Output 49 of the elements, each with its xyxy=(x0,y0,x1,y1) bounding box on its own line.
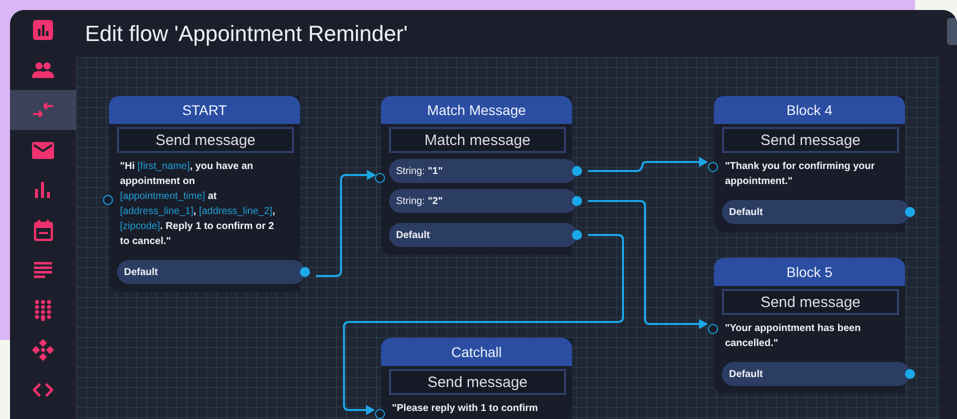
block-title: START xyxy=(109,96,300,124)
envelope-icon xyxy=(32,142,54,158)
flow-block[interactable]: Block 5 Send message "Your appointment has been cancelled." Default xyxy=(714,258,917,394)
input-port[interactable] xyxy=(375,409,385,419)
bar-chart-icon xyxy=(35,182,51,198)
block-title: Block 5 xyxy=(714,258,905,286)
calendar-icon xyxy=(34,220,52,240)
flow-block[interactable]: Block 4 Send message "Thank you for confirming your appointment." Default xyxy=(714,96,917,232)
output-port[interactable] xyxy=(300,267,310,277)
output-port[interactable] xyxy=(905,207,915,217)
action-label: Send message xyxy=(117,127,294,153)
message-text: "Your appointment has been cancelled." xyxy=(725,322,862,351)
action-label: Send message xyxy=(389,369,566,395)
output-option[interactable]: Default xyxy=(722,362,910,386)
arrows-icon xyxy=(32,102,54,118)
sidebar-item[interactable] xyxy=(10,90,76,130)
output-port[interactable] xyxy=(572,196,582,206)
output-port[interactable] xyxy=(905,369,915,379)
keypad-icon xyxy=(34,299,52,321)
output-option[interactable]: String: "2" xyxy=(389,189,577,213)
chart-square-icon xyxy=(33,20,53,40)
input-port[interactable] xyxy=(708,162,718,172)
code-icon xyxy=(33,383,53,397)
action-label: Send message xyxy=(722,127,899,153)
flow-block[interactable]: Match Message Match message String: "1" String: "2" Default xyxy=(381,96,584,255)
flow-block[interactable]: START Send message "Hi [first_name], you have an appointment on [appointment_time] at [address_line_1], [address_line_2], [zipcode]. Reply 1 to confirm or 2 to cancel." Default xyxy=(109,96,312,292)
block-title: Match Message xyxy=(381,96,572,124)
output-option[interactable]: Default xyxy=(722,200,910,224)
block-title: Catchall xyxy=(381,338,572,366)
output-port[interactable] xyxy=(572,166,582,176)
input-port[interactable] xyxy=(708,324,718,334)
text-lines-icon xyxy=(34,262,52,278)
output-port[interactable] xyxy=(572,230,582,240)
people-icon xyxy=(32,62,54,78)
action-label: Match message xyxy=(389,127,566,153)
block-title: Block 4 xyxy=(714,96,905,124)
message-text: "Thank you for confirming your appointment." xyxy=(725,160,876,189)
window-title: Edit flow 'Appointment Reminder' xyxy=(85,20,408,46)
output-option[interactable]: Default xyxy=(117,260,305,284)
message-text: "Hi [first_name], you have an appointment on [appointment_time] at [address_line_1], [address_line_2], [zipcode]. Reply 1 to confirm or 2 to cancel." xyxy=(120,160,276,249)
output-option[interactable]: Default xyxy=(389,223,577,247)
scrollbar-thumb[interactable] xyxy=(947,18,957,45)
flow-canvas[interactable] xyxy=(76,57,940,419)
action-label: Send message xyxy=(722,289,899,315)
diamond-nodes-icon xyxy=(32,339,54,361)
input-port[interactable] xyxy=(375,173,385,183)
output-option[interactable]: String: "1" xyxy=(389,159,577,183)
input-port[interactable] xyxy=(103,195,113,205)
message-text: "Please reply with 1 to confirm xyxy=(392,402,539,416)
